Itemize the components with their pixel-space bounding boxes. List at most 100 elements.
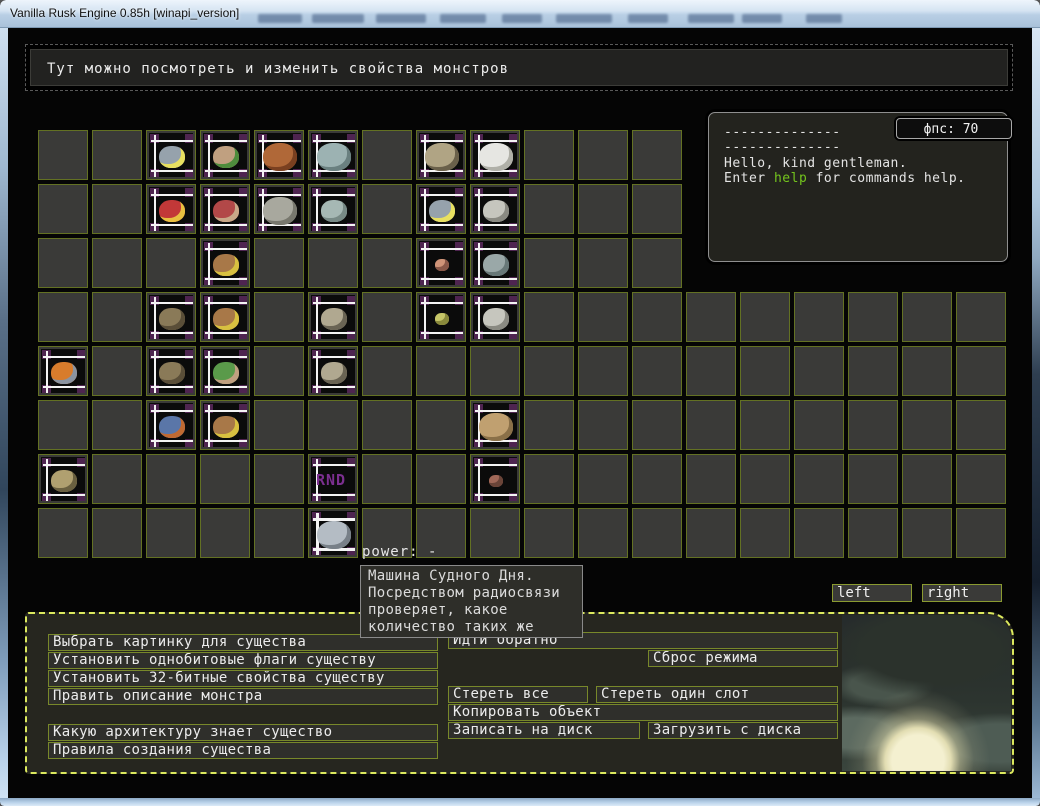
monster-slot-cell[interactable] (848, 346, 898, 396)
monster-slot-cell[interactable] (686, 346, 736, 396)
monster-slot-cell[interactable] (956, 508, 1006, 558)
action-button-записать-на-диск[interactable]: Записать на диск (448, 722, 640, 739)
monster-slot-cell[interactable] (308, 346, 358, 396)
monster-slot-cell[interactable] (92, 292, 142, 342)
monster-slot-cell[interactable] (416, 238, 466, 288)
monster-slot-cell[interactable] (92, 130, 142, 180)
monster-slot-cell[interactable] (470, 238, 520, 288)
monster-slot-cell[interactable] (146, 184, 196, 234)
monster-slot-cell[interactable] (200, 454, 250, 504)
monster-slot-cell[interactable] (524, 292, 574, 342)
monster-slot-cell[interactable] (956, 454, 1006, 504)
action-button-сброс-режима[interactable]: Сброс режима (648, 650, 838, 667)
monster-slot-cell[interactable] (470, 346, 520, 396)
monster-slot-cell[interactable] (38, 508, 88, 558)
monster-slot-cell[interactable] (470, 508, 520, 558)
monster-slot-cell[interactable] (254, 346, 304, 396)
monster-slot-cell[interactable] (632, 292, 682, 342)
monster-slot-cell[interactable] (38, 346, 88, 396)
monster-slot-cell[interactable] (254, 454, 304, 504)
monster-slot-cell[interactable] (524, 238, 574, 288)
page-left-button[interactable]: left (832, 584, 912, 602)
monster-slot-cell[interactable] (632, 508, 682, 558)
page-right-button[interactable]: right (922, 584, 1002, 602)
monster-slot-cell[interactable] (254, 292, 304, 342)
monster-slot-cell[interactable] (632, 184, 682, 234)
monster-slot-cell[interactable] (362, 454, 412, 504)
monster-slot-cell[interactable] (524, 130, 574, 180)
monster-slot-cell[interactable] (362, 130, 412, 180)
monster-slot-cell[interactable] (848, 454, 898, 504)
monster-slot-cell[interactable] (632, 400, 682, 450)
monster-slot-cell[interactable] (416, 400, 466, 450)
monster-slot-cell[interactable] (578, 400, 628, 450)
monster-slot-cell[interactable] (200, 508, 250, 558)
monster-slot-cell[interactable] (146, 346, 196, 396)
monster-slot-cell[interactable] (794, 508, 844, 558)
monster-slot-cell[interactable] (200, 292, 250, 342)
monster-slot-cell[interactable] (146, 454, 196, 504)
monster-slot-cell[interactable] (200, 238, 250, 288)
monster-slot-cell[interactable] (308, 508, 358, 558)
monster-slot-cell[interactable] (416, 292, 466, 342)
monster-slot-cell[interactable] (578, 238, 628, 288)
monster-slot-cell[interactable] (200, 400, 250, 450)
monster-slot-cell[interactable] (632, 130, 682, 180)
monster-slot-cell[interactable] (902, 292, 952, 342)
monster-slot-cell[interactable] (38, 130, 88, 180)
monster-slot-cell[interactable] (92, 346, 142, 396)
monster-slot-cell[interactable] (524, 184, 574, 234)
monster-slot-cell[interactable] (794, 292, 844, 342)
monster-slot-cell[interactable] (308, 292, 358, 342)
monster-slot-cell[interactable] (92, 400, 142, 450)
monster-slot-cell[interactable] (146, 508, 196, 558)
monster-slot-cell[interactable] (38, 400, 88, 450)
monster-slot-cell[interactable] (362, 292, 412, 342)
monster-slot-cell[interactable] (740, 454, 790, 504)
monster-slot-cell[interactable] (578, 346, 628, 396)
monster-slot-cell[interactable] (956, 400, 1006, 450)
monster-slot-cell[interactable] (470, 130, 520, 180)
monster-slot-cell[interactable] (92, 454, 142, 504)
monster-slot-cell[interactable] (578, 184, 628, 234)
monster-slot-cell[interactable] (254, 130, 304, 180)
monster-slot-cell[interactable] (956, 346, 1006, 396)
titlebar[interactable]: Vanilla Rusk Engine 0.85h [winapi_versio… (0, 0, 1040, 28)
monster-slot-cell[interactable] (848, 292, 898, 342)
monster-slot-cell[interactable] (38, 184, 88, 234)
monster-slot-cell[interactable] (362, 184, 412, 234)
monster-slot-cell[interactable] (524, 400, 574, 450)
monster-slot-cell[interactable] (794, 400, 844, 450)
monster-slot-cell[interactable] (92, 508, 142, 558)
monster-slot-cell[interactable] (794, 454, 844, 504)
monster-slot-cell[interactable] (308, 238, 358, 288)
monster-slot-cell[interactable] (470, 400, 520, 450)
action-button-править-описание-монстра[interactable]: Править описание монстра (48, 688, 438, 705)
monster-slot-cell[interactable] (470, 292, 520, 342)
action-button-правила-создания-существа[interactable]: Правила создания существа (48, 742, 438, 759)
monster-slot-cell[interactable] (632, 454, 682, 504)
monster-slot-cell[interactable] (308, 184, 358, 234)
monster-slot-cell[interactable] (470, 454, 520, 504)
monster-slot-cell[interactable] (416, 346, 466, 396)
monster-slot-cell[interactable] (902, 400, 952, 450)
monster-slot-cell[interactable] (146, 292, 196, 342)
monster-slot-cell[interactable] (254, 400, 304, 450)
monster-slot-cell[interactable] (686, 454, 736, 504)
monster-slot-cell[interactable] (146, 238, 196, 288)
monster-slot-cell[interactable] (254, 184, 304, 234)
monster-slot-cell[interactable]: RND R (308, 454, 358, 504)
monster-slot-cell[interactable] (902, 508, 952, 558)
monster-slot-cell[interactable] (92, 184, 142, 234)
monster-slot-cell[interactable] (686, 292, 736, 342)
monster-slot-cell[interactable] (416, 130, 466, 180)
monster-slot-cell[interactable] (524, 346, 574, 396)
action-button-установить-однобитовые-флаги-существу[interactable]: Установить однобитовые флаги существу (48, 652, 438, 669)
monster-slot-cell[interactable] (524, 454, 574, 504)
monster-slot-cell[interactable] (740, 508, 790, 558)
monster-slot-cell[interactable] (848, 508, 898, 558)
action-button-установить-32-битные-свойства-существу[interactable]: Установить 32-битные свойства существу (48, 670, 438, 687)
monster-slot-cell[interactable] (632, 238, 682, 288)
monster-slot-cell[interactable] (308, 130, 358, 180)
monster-slot-cell[interactable] (686, 400, 736, 450)
